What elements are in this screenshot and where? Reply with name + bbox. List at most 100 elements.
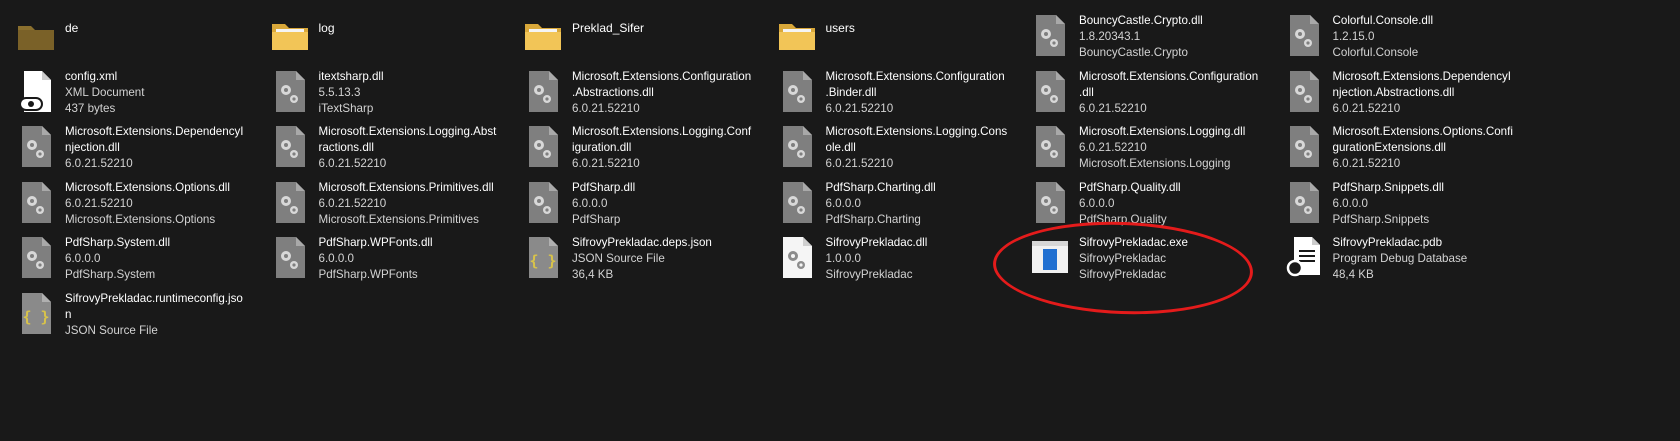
item-text: SifrovyPrekladac.pdb Program Debug Databa…	[1333, 234, 1519, 283]
file-detail: 48,4 KB	[1332, 268, 1374, 281]
file-name-continued: .dll	[1079, 85, 1094, 99]
item-text: PdfSharp.Charting.dll 6.0.0.0 PdfSharp.Cha…	[826, 179, 1012, 228]
dll-file-icon	[16, 179, 56, 225]
file-item[interactable]: Colorful.Console.dll 1.2.15.0 Colorful.Con…	[1278, 8, 1532, 64]
item-text: Microsoft.Extensions.DependencyI njection…	[65, 123, 251, 172]
file-item[interactable]: Microsoft.Extensions.Configuration .dll 6.…	[1024, 64, 1278, 120]
file-item[interactable]: SifrovyPrekladac.dll 1.0.0.0 SifrovyPrekla…	[771, 230, 1025, 286]
file-name: itextsharp.dll	[318, 69, 384, 83]
file-detail: 6.0.21.52210	[65, 196, 133, 210]
file-item[interactable]: Microsoft.Extensions.Configuration .Abstr…	[517, 64, 771, 120]
dll-file-icon	[777, 179, 817, 225]
file-name: PdfSharp.WPFonts.dll	[318, 236, 433, 249]
file-detail: 6.0.21.52210	[65, 157, 133, 170]
item-text: itextsharp.dll 5.5.13.3 iTextSharp	[319, 68, 505, 117]
file-detail: 6.0.21.52210	[572, 101, 640, 115]
file-name: PdfSharp.Charting.dll	[825, 180, 936, 194]
dll-file-icon	[16, 234, 56, 280]
file-item[interactable]: Microsoft.Extensions.Options.Confi gurati…	[1278, 119, 1532, 175]
file-name-continued: .Abstractions.dll	[572, 85, 654, 99]
file-name: PdfSharp.dll	[572, 180, 636, 194]
file-item[interactable]: SifrovyPrekladac.exe SifrovyPrekladac Sifr…	[1024, 230, 1278, 286]
file-item[interactable]: Microsoft.Extensions.Options.dll 6.0.21.5…	[10, 175, 264, 231]
folder-item[interactable]: Preklad_Sifer	[517, 8, 771, 64]
file-name: Preklad_Sifer	[572, 21, 645, 35]
file-item[interactable]: Microsoft.Extensions.DependencyI njection…	[1278, 64, 1532, 120]
folder-icon	[523, 12, 563, 58]
file-item[interactable]: PdfSharp.Charting.dll 6.0.0.0 PdfSharp.Cha…	[771, 175, 1025, 231]
file-detail: 6.0.21.52210	[1332, 157, 1401, 170]
file-name: SifrovyPrekladac.exe	[1079, 236, 1188, 249]
json-file-icon: { }	[523, 234, 563, 280]
file-item[interactable]: BouncyCastle.Crypto.dll 1.8.20343.1 Bouncy…	[1024, 8, 1278, 64]
file-item[interactable]: PdfSharp.Quality.dll 6.0.0.0 PdfSharp.Qual…	[1024, 175, 1278, 231]
file-item[interactable]: Microsoft.Extensions.Logging.dll 6.0.21.5…	[1024, 119, 1278, 175]
file-item[interactable]: { } SifrovyPrekladac.runtimeconfig.jso n JS…	[10, 286, 264, 342]
file-detail: SifrovyPrekladac	[1079, 252, 1166, 265]
dll-file-icon	[1284, 12, 1324, 58]
dll-file-icon	[270, 234, 310, 280]
file-item[interactable]: Microsoft.Extensions.Logging.Abst raction…	[264, 119, 518, 175]
file-name: Microsoft.Extensions.Primitives.dll	[318, 180, 494, 194]
item-text: SifrovyPrekladac.dll 1.0.0.0 SifrovyPrekla…	[826, 234, 1012, 283]
file-item[interactable]: Microsoft.Extensions.Logging.Cons ole.dll…	[771, 119, 1025, 175]
file-item[interactable]: itextsharp.dll 5.5.13.3 iTextSharp	[264, 64, 518, 120]
json-file-icon: { }	[16, 290, 56, 336]
folder-item[interactable]: de	[10, 8, 264, 64]
file-detail: PdfSharp	[572, 212, 621, 226]
file-item[interactable]: PdfSharp.dll 6.0.0.0 PdfSharp	[517, 175, 771, 231]
item-text: Microsoft.Extensions.Logging.Conf igurati…	[572, 123, 758, 172]
file-item[interactable]: Microsoft.Extensions.DependencyI njection…	[10, 119, 264, 175]
file-detail: JSON Source File	[65, 323, 158, 337]
file-detail: JSON Source File	[572, 252, 665, 265]
file-item[interactable]: PdfSharp.System.dll 6.0.0.0 PdfSharp.Syste…	[10, 230, 264, 286]
file-name: Microsoft.Extensions.Logging.Cons	[825, 125, 1008, 138]
item-text: Microsoft.Extensions.Logging.Cons ole.dll…	[826, 123, 1012, 172]
file-detail: Colorful.Console	[1332, 46, 1419, 59]
file-item[interactable]: config.xml XML Document 437 bytes	[10, 64, 264, 120]
file-detail: 1.2.15.0	[1332, 30, 1375, 43]
dll-file-icon	[1030, 68, 1070, 114]
file-name: Microsoft.Extensions.Options.Confi	[1332, 125, 1513, 138]
file-name: Microsoft.Extensions.DependencyI	[65, 125, 244, 138]
dll-file-icon	[777, 234, 817, 280]
file-item[interactable]: PdfSharp.Snippets.dll 6.0.0.0 PdfSharp.Sni…	[1278, 175, 1532, 231]
folder-item[interactable]: users	[771, 8, 1025, 64]
file-detail: Microsoft.Extensions.Options	[65, 212, 216, 226]
folder-item[interactable]: log	[264, 8, 518, 64]
file-detail: 36,4 KB	[572, 268, 614, 281]
file-name: BouncyCastle.Crypto.dll	[1079, 14, 1203, 27]
item-text: Microsoft.Extensions.Logging.Abst raction…	[319, 123, 505, 172]
file-item[interactable]: Microsoft.Extensions.Logging.Conf igurati…	[517, 119, 771, 175]
file-detail: 6.0.21.52210	[1079, 141, 1147, 154]
file-detail: BouncyCastle.Crypto	[1079, 46, 1188, 59]
file-detail: 1.0.0.0	[825, 252, 861, 265]
dll-file-icon	[16, 123, 56, 169]
file-name: Microsoft.Extensions.Configuration	[572, 69, 752, 83]
file-detail: 6.0.21.52210	[572, 157, 640, 170]
file-item[interactable]: PdfSharp.WPFonts.dll 6.0.0.0 PdfSharp.WPFo…	[264, 230, 518, 286]
item-text: log	[319, 12, 505, 36]
file-name: Microsoft.Extensions.Logging.Conf	[572, 125, 752, 138]
dll-file-icon	[1284, 179, 1324, 225]
file-item[interactable]: Microsoft.Extensions.Configuration .Binde…	[771, 64, 1025, 120]
file-detail: 6.0.21.52210	[825, 101, 894, 115]
file-item[interactable]: { } SifrovyPrekladac.deps.json JSON Source…	[517, 230, 771, 286]
item-text: PdfSharp.Snippets.dll 6.0.0.0 PdfSharp.Sni…	[1333, 179, 1519, 228]
file-detail: Program Debug Database	[1332, 252, 1468, 265]
dll-file-icon	[270, 179, 310, 225]
file-item[interactable]: Microsoft.Extensions.Primitives.dll 6.0.2…	[264, 175, 518, 231]
file-detail: XML Document	[65, 85, 145, 99]
file-item[interactable]: SifrovyPrekladac.pdb Program Debug Databa…	[1278, 230, 1532, 286]
folder-icon	[777, 12, 817, 58]
item-text: SifrovyPrekladac.deps.json JSON Source Fi…	[572, 234, 758, 283]
file-detail: 6.0.21.52210	[825, 157, 894, 170]
file-detail: 6.0.21.52210	[318, 157, 387, 170]
file-name: Microsoft.Extensions.Configuration	[1079, 69, 1259, 83]
file-list-grid: de log Preklad_Sifer users BouncyCastle.Cryp…	[10, 8, 1531, 341]
file-name-continued: njection.Abstractions.dll	[1332, 85, 1455, 99]
file-name: de	[65, 21, 79, 35]
item-text: Microsoft.Extensions.Options.Confi gurati…	[1333, 123, 1519, 172]
file-detail: SifrovyPrekladac	[1079, 268, 1166, 281]
file-name-continued: .Binder.dll	[825, 85, 877, 99]
